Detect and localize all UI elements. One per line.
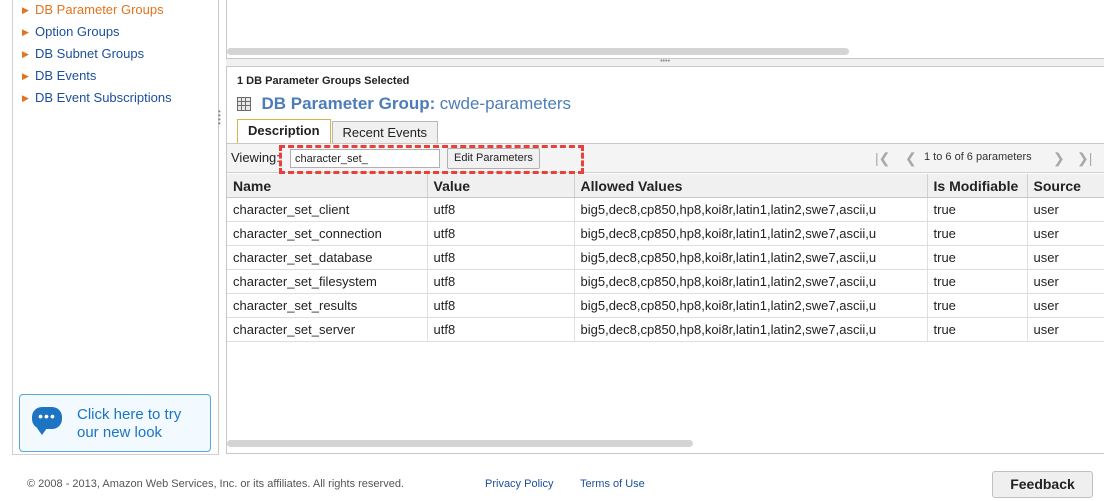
copyright-text: © 2008 - 2013, Amazon Web Services, Inc.… — [27, 478, 404, 490]
table-row[interactable]: character_set_server utf8 big5,dec8,cp85… — [227, 317, 1104, 342]
tab-description[interactable]: Description — [237, 119, 331, 144]
sidebar-item-label: DB Events — [35, 68, 97, 83]
cell-allowed-values: big5,dec8,cp850,hp8,koi8r,latin1,latin2,… — [574, 197, 928, 222]
cell-source: user — [1027, 221, 1104, 246]
detail-pane: 1 DB Parameter Groups Selected DB Parame… — [226, 67, 1104, 454]
cell-source: user — [1027, 245, 1104, 270]
detail-tabs: Description Recent Events — [237, 119, 439, 144]
cell-value: utf8 — [427, 269, 575, 294]
parameter-filter-input[interactable] — [290, 149, 440, 168]
cell-is-modifiable: true — [927, 221, 1028, 246]
sidebar-item-label: Option Groups — [35, 24, 120, 39]
prev-page-icon[interactable]: ❮ — [905, 150, 917, 166]
chevron-right-icon: ▶ — [22, 27, 29, 37]
cell-value: utf8 — [427, 221, 575, 246]
sidebar-item-db-subnet-groups[interactable]: ▶ DB Subnet Groups — [13, 44, 218, 66]
sidebar-item-db-event-subscriptions[interactable]: ▶ DB Event Subscriptions — [13, 88, 218, 110]
parameters-table-container: Name Value Allowed Values Is Modifiable … — [227, 174, 1104, 346]
sidebar-item-label: DB Event Subscriptions — [35, 90, 172, 105]
feedback-button[interactable]: Feedback — [992, 471, 1093, 498]
parameters-toolbar: Viewing: Edit Parameters |❮ ❮ 1 to 6 of … — [227, 143, 1104, 174]
list-horizontal-scrollbar[interactable] — [227, 48, 849, 55]
cell-source: user — [1027, 317, 1104, 342]
viewing-label: Viewing: — [231, 150, 280, 165]
cell-source: user — [1027, 269, 1104, 294]
sidebar-item-option-groups[interactable]: ▶ Option Groups — [13, 22, 218, 44]
cell-is-modifiable: true — [927, 245, 1028, 270]
vertical-splitter-handle[interactable]: • • • • — [218, 108, 223, 128]
chevron-right-icon: ▶ — [22, 71, 29, 81]
page-title-label: DB Parameter Group: — [261, 94, 436, 113]
page-title: DB Parameter Group: cwde-parameters — [237, 94, 571, 116]
cell-allowed-values: big5,dec8,cp850,hp8,koi8r,latin1,latin2,… — [574, 221, 928, 246]
column-header-value[interactable]: Value — [427, 174, 575, 198]
cell-name: character_set_server — [227, 317, 428, 342]
column-header-name[interactable]: Name — [227, 174, 428, 198]
sidebar-item-db-parameter-groups[interactable]: ▶ DB Parameter Groups — [13, 0, 218, 22]
cell-name: character_set_client — [227, 197, 428, 222]
chat-bubble-icon: ••• — [32, 407, 62, 435]
cell-allowed-values: big5,dec8,cp850,hp8,koi8r,latin1,latin2,… — [574, 269, 928, 294]
last-page-icon[interactable]: ❯| — [1077, 150, 1092, 166]
cell-is-modifiable: true — [927, 197, 1028, 222]
pagination: |❮ ❮ 1 to 6 of 6 parameters ❯ ❯| — [869, 144, 1104, 172]
cell-value: utf8 — [427, 245, 575, 270]
cell-name: character_set_results — [227, 293, 428, 318]
sidebar-nav: ▶ DB Parameter Groups ▶ Option Groups ▶ … — [13, 0, 218, 110]
next-page-icon[interactable]: ❯ — [1053, 150, 1065, 166]
cell-is-modifiable: true — [927, 293, 1028, 318]
table-header-row: Name Value Allowed Values Is Modifiable … — [227, 174, 1104, 198]
column-header-allowed-values[interactable]: Allowed Values — [574, 174, 928, 198]
try-new-look-label: Click here to try our new look — [77, 406, 182, 441]
sidebar: ▶ DB Parameter Groups ▶ Option Groups ▶ … — [12, 0, 219, 455]
horizontal-splitter-handle[interactable]: •••• — [226, 58, 1104, 67]
terms-of-use-link[interactable]: Terms of Use — [580, 478, 645, 490]
cell-name: character_set_filesystem — [227, 269, 428, 294]
page-title-name: cwde-parameters — [439, 94, 572, 113]
chevron-right-icon: ▶ — [22, 49, 29, 59]
table-row[interactable]: character_set_filesystem utf8 big5,dec8,… — [227, 269, 1104, 294]
sidebar-item-label: DB Subnet Groups — [35, 46, 145, 61]
parameters-table: Name Value Allowed Values Is Modifiable … — [227, 174, 1104, 342]
pager-text: 1 to 6 of 6 parameters — [924, 151, 1032, 163]
cell-name: character_set_database — [227, 245, 428, 270]
cell-name: character_set_connection — [227, 221, 428, 246]
selection-count: 1 DB Parameter Groups Selected — [237, 75, 410, 87]
cell-allowed-values: big5,dec8,cp850,hp8,koi8r,latin1,latin2,… — [574, 293, 928, 318]
cell-is-modifiable: true — [927, 317, 1028, 342]
privacy-policy-link[interactable]: Privacy Policy — [485, 478, 553, 490]
chevron-right-icon: ▶ — [22, 5, 29, 15]
detail-horizontal-scrollbar[interactable] — [227, 440, 693, 447]
sidebar-item-db-events[interactable]: ▶ DB Events — [13, 66, 218, 88]
cell-allowed-values: big5,dec8,cp850,hp8,koi8r,latin1,latin2,… — [574, 317, 928, 342]
try-new-look-button[interactable]: ••• Click here to try our new look — [19, 394, 211, 452]
edit-parameters-button[interactable]: Edit Parameters — [447, 148, 540, 169]
table-row[interactable]: character_set_database utf8 big5,dec8,cp… — [227, 245, 1104, 270]
cell-source: user — [1027, 197, 1104, 222]
first-page-icon[interactable]: |❮ — [875, 150, 890, 166]
cell-value: utf8 — [427, 197, 575, 222]
footer: © 2008 - 2013, Amazon Web Services, Inc.… — [0, 470, 1104, 501]
grid-icon — [237, 97, 251, 111]
table-row[interactable]: character_set_results utf8 big5,dec8,cp8… — [227, 293, 1104, 318]
cell-source: user — [1027, 293, 1104, 318]
cell-value: utf8 — [427, 293, 575, 318]
table-row[interactable]: character_set_client utf8 big5,dec8,cp85… — [227, 197, 1104, 222]
list-pane — [226, 0, 1104, 58]
cell-value: utf8 — [427, 317, 575, 342]
tab-recent-events[interactable]: Recent Events — [331, 121, 439, 144]
cell-allowed-values: big5,dec8,cp850,hp8,koi8r,latin1,latin2,… — [574, 245, 928, 270]
table-row[interactable]: character_set_connection utf8 big5,dec8,… — [227, 221, 1104, 246]
sidebar-item-label: DB Parameter Groups — [35, 2, 164, 17]
column-header-is-modifiable[interactable]: Is Modifiable — [927, 174, 1028, 198]
chevron-right-icon: ▶ — [22, 93, 29, 103]
cell-is-modifiable: true — [927, 269, 1028, 294]
column-header-source[interactable]: Source — [1027, 174, 1104, 198]
